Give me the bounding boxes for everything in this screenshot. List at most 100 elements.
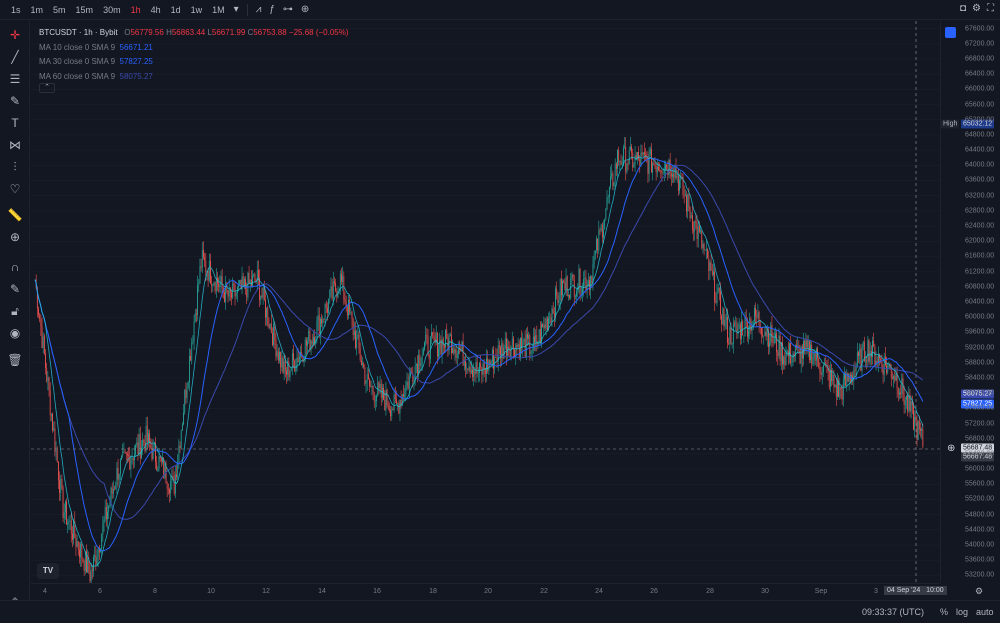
- chevron-down-icon[interactable]: ▾: [230, 4, 243, 15]
- candle-body: [119, 459, 121, 475]
- candle-body: [530, 352, 532, 355]
- candle-body: [136, 442, 138, 446]
- candle-body: [178, 446, 180, 462]
- candle-body: [248, 272, 250, 284]
- price-tick-label: 64400.00: [965, 146, 995, 154]
- timeframe-1m[interactable]: 1m: [26, 5, 49, 15]
- candle-body: [91, 570, 93, 572]
- add-symbol-icon[interactable]: ⊕: [297, 4, 313, 15]
- candle-body: [254, 273, 256, 281]
- ma30-label[interactable]: MA 30 close 0 SMA 9: [39, 57, 115, 66]
- auto-toggle[interactable]: auto: [976, 607, 994, 617]
- magnet-icon[interactable]: ∩: [6, 258, 24, 276]
- timeframe-1s[interactable]: 1s: [6, 5, 26, 15]
- collapse-legend-button[interactable]: ⌃: [39, 83, 55, 93]
- timeframe-15m[interactable]: 15m: [71, 5, 99, 15]
- candle-body: [509, 349, 511, 358]
- candle-body: [103, 519, 105, 524]
- price-tick-label: 66400.00: [965, 70, 995, 78]
- eye-icon[interactable]: ◉: [6, 324, 24, 342]
- timeframe-4h[interactable]: 4h: [146, 5, 166, 15]
- candle-body: [253, 273, 255, 276]
- candle-body: [143, 440, 145, 443]
- candle-body: [72, 533, 73, 540]
- timeframe-1M[interactable]: 1M: [207, 5, 230, 15]
- symbol-title[interactable]: BTCUSDT · 1h · Bybit: [39, 28, 118, 37]
- compare-icon[interactable]: ⊶: [279, 4, 297, 15]
- candle-body: [684, 195, 686, 196]
- candle-body: [606, 197, 608, 210]
- timeframe-1h[interactable]: 1h: [126, 5, 146, 15]
- time-tick-label: 30: [761, 588, 769, 595]
- candle-body: [365, 381, 367, 384]
- heart-icon[interactable]: ♡: [6, 180, 24, 198]
- candle-body: [505, 338, 507, 356]
- candle-body: [884, 356, 886, 366]
- candle-body: [425, 334, 427, 343]
- axis-settings-icon[interactable]: ⚙: [975, 586, 983, 597]
- brush-icon[interactable]: ✎: [6, 92, 24, 110]
- lock-icon[interactable]: 🔓︎: [6, 302, 24, 320]
- utc-clock[interactable]: 09:33:37 (UTC): [862, 607, 924, 617]
- candle-body: [696, 223, 698, 239]
- price-chart[interactable]: [31, 21, 940, 583]
- candle-body: [404, 395, 406, 397]
- percent-toggle[interactable]: %: [940, 607, 948, 617]
- ma60-label[interactable]: MA 60 close 0 SMA 9: [39, 72, 115, 81]
- add-alert-icon[interactable]: ⊕: [947, 443, 955, 454]
- text-icon[interactable]: T: [6, 114, 24, 132]
- crosshair-icon[interactable]: ✛: [6, 26, 24, 44]
- candle-body: [76, 541, 78, 547]
- candle-body: [723, 308, 725, 327]
- candle-body: [701, 230, 703, 249]
- time-tick-label: 6: [98, 588, 102, 595]
- price-tick-label: 54800.00: [965, 511, 995, 519]
- time-axis[interactable]: 4 6 8 10 12 14 16 18 20 22 24 26 28 30 Sep 3: [31, 583, 940, 600]
- candle-body: [93, 557, 94, 572]
- candle-body: [718, 287, 720, 292]
- prediction-icon[interactable]: ⫶: [6, 158, 24, 176]
- candle-body: [323, 319, 325, 320]
- candle-body: [613, 182, 615, 186]
- timeframe-1w[interactable]: 1w: [186, 5, 208, 15]
- timeframe-1d[interactable]: 1d: [166, 5, 186, 15]
- fullscreen-icon[interactable]: ⛶: [987, 3, 994, 14]
- timeframe-5m[interactable]: 5m: [48, 5, 71, 15]
- horizontal-lines-icon[interactable]: ☰: [6, 70, 24, 88]
- zoom-in-icon[interactable]: ⊕: [6, 228, 24, 246]
- candle-body: [433, 335, 435, 339]
- log-toggle[interactable]: log: [956, 607, 968, 617]
- candle-body: [436, 333, 438, 357]
- candle-body: [356, 336, 358, 348]
- candle-body: [469, 366, 471, 374]
- price-axis[interactable]: High 65032.12 58075.27 57827.25 56687.48…: [940, 21, 1000, 583]
- candle-body: [695, 220, 697, 224]
- lock-drawing-icon[interactable]: ✎: [6, 280, 24, 298]
- candle-body: [79, 549, 80, 558]
- trend-line-icon[interactable]: ╱: [6, 48, 24, 66]
- candle-body: [686, 195, 687, 212]
- candle-body: [121, 455, 122, 460]
- tradingview-logo[interactable]: TV: [37, 563, 59, 579]
- candle-body: [625, 146, 627, 173]
- candle-body: [841, 389, 843, 400]
- candle-body: [172, 475, 174, 478]
- candle-body: [173, 477, 175, 494]
- chart-type-icon[interactable]: ⩘: [252, 4, 266, 15]
- candle-body: [261, 295, 263, 298]
- indicators-icon[interactable]: ƒ: [265, 4, 279, 15]
- timeframe-30m[interactable]: 30m: [98, 5, 126, 15]
- crosshair-date: 04 Sep '24: [887, 587, 921, 594]
- ma10-label[interactable]: MA 10 close 0 SMA 9: [39, 43, 115, 52]
- ruler-icon[interactable]: 📏: [6, 206, 24, 224]
- pattern-icon[interactable]: ⋈: [6, 136, 24, 154]
- time-tick-label: 8: [153, 588, 157, 595]
- time-tick-label: 10: [207, 588, 215, 595]
- candle-body: [150, 442, 152, 449]
- candle-body: [748, 330, 749, 337]
- candle-body: [706, 249, 707, 251]
- settings-icon[interactable]: ⚙: [972, 3, 981, 14]
- trash-icon[interactable]: 🗑︎: [6, 351, 24, 369]
- candle-body: [865, 360, 866, 362]
- camera-icon[interactable]: ◘: [960, 3, 966, 14]
